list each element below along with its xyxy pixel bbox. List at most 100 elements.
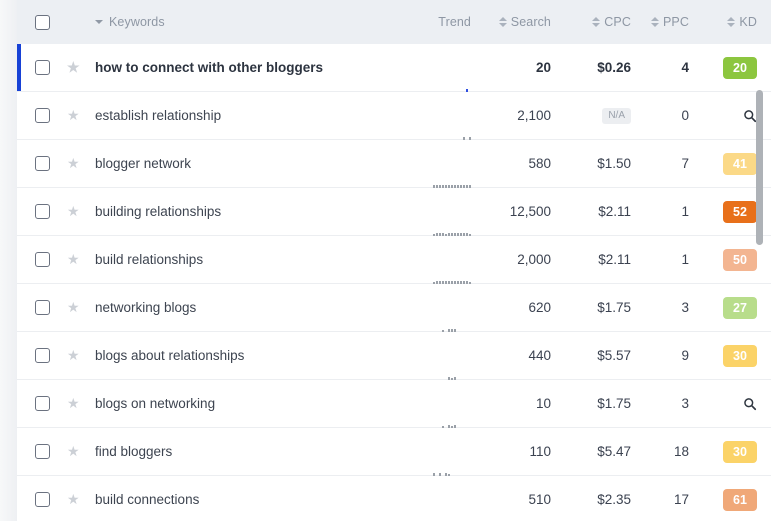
trend-cell (407, 428, 477, 493)
favorite-star-cell[interactable]: ★ (67, 396, 95, 410)
row-checkbox-cell[interactable] (17, 444, 67, 459)
keyword-cell[interactable]: establish relationship (95, 108, 407, 123)
keyword-text: networking blogs (95, 300, 197, 315)
favorite-star-cell[interactable]: ★ (67, 492, 95, 506)
star-icon[interactable]: ★ (67, 60, 80, 74)
cpc-cell: $1.75 (597, 396, 631, 411)
table-row[interactable]: ★ blogs on networking 10 $1.75 3 (17, 380, 771, 445)
kd-cell[interactable]: 27 (695, 296, 767, 319)
star-icon[interactable]: ★ (67, 300, 80, 314)
table-row[interactable]: ★ networking blogs 620 $1.75 3 27 (17, 284, 771, 349)
ppc-cell: 3 (681, 300, 689, 315)
cpc-na-badge: N/A (602, 107, 631, 124)
header-ppc[interactable]: PPC (637, 15, 695, 29)
row-checkbox[interactable] (34, 396, 50, 411)
keyword-cell[interactable]: blogs on networking (95, 396, 407, 411)
table-row[interactable]: ★ build relationships 2,000 $2.11 1 50 (17, 236, 771, 301)
favorite-star-cell[interactable]: ★ (67, 444, 95, 458)
keyword-cell[interactable]: blogger network (95, 156, 407, 171)
ppc-cell: 3 (681, 396, 689, 411)
favorite-star-cell[interactable]: ★ (67, 252, 95, 266)
kd-cell[interactable]: 30 (695, 440, 767, 463)
row-checkbox-cell[interactable] (17, 396, 67, 411)
keyword-text: build relationships (95, 252, 204, 267)
star-icon[interactable]: ★ (67, 204, 80, 218)
favorite-star-cell[interactable]: ★ (67, 204, 95, 218)
row-checkbox-cell[interactable] (17, 60, 67, 75)
vertical-scrollbar-track[interactable] (756, 44, 767, 521)
keywords-table: Keywords Trend Search CPC PPC KD ★ how to… (17, 0, 771, 521)
row-checkbox[interactable] (34, 252, 50, 267)
star-icon[interactable]: ★ (67, 444, 80, 458)
row-checkbox-cell[interactable] (17, 300, 67, 315)
favorite-star-cell[interactable]: ★ (67, 348, 95, 362)
sort-icon (498, 16, 507, 28)
keyword-cell[interactable]: networking blogs (95, 300, 407, 315)
star-icon[interactable]: ★ (67, 156, 80, 170)
row-checkbox[interactable] (34, 60, 50, 75)
star-icon[interactable]: ★ (67, 348, 80, 362)
row-checkbox-cell[interactable] (17, 204, 67, 219)
row-checkbox[interactable] (34, 204, 50, 219)
trend-cell (407, 380, 477, 445)
keyword-cell[interactable]: build connections (95, 492, 407, 507)
table-row[interactable]: ★ how to connect with other bloggers 20 $0.… (17, 44, 771, 109)
star-icon[interactable]: ★ (67, 396, 80, 410)
row-checkbox[interactable] (34, 156, 50, 171)
keyword-cell[interactable]: building relationships (95, 204, 407, 219)
row-checkbox[interactable] (34, 108, 50, 123)
header-kd[interactable]: KD (695, 15, 767, 29)
row-checkbox-cell[interactable] (17, 156, 67, 171)
trend-cell (407, 284, 477, 349)
table-row[interactable]: ★ build connections 510 $2.35 17 61 (17, 476, 771, 521)
keyword-cell[interactable]: build relationships (95, 252, 407, 267)
cpc-cell: $0.26 (597, 60, 631, 75)
star-icon[interactable]: ★ (67, 108, 80, 122)
select-all-checkbox-cell[interactable] (17, 14, 67, 30)
header-keywords-label: Keywords (109, 15, 165, 29)
select-all-checkbox[interactable] (34, 14, 50, 30)
favorite-star-cell[interactable]: ★ (67, 108, 95, 122)
ppc-cell: 1 (681, 252, 689, 267)
table-row[interactable]: ★ blogger network 580 $1.50 7 41 (17, 140, 771, 205)
keyword-cell[interactable]: how to connect with other bloggers (95, 60, 407, 75)
row-checkbox-cell[interactable] (17, 492, 67, 507)
row-checkbox[interactable] (34, 348, 50, 363)
search-icon[interactable] (743, 397, 757, 411)
vertical-scrollbar-thumb[interactable] (756, 90, 763, 245)
row-checkbox-cell[interactable] (17, 348, 67, 363)
row-checkbox[interactable] (34, 492, 50, 507)
star-icon[interactable]: ★ (67, 492, 80, 506)
kd-cell[interactable]: 20 (695, 56, 767, 79)
ppc-cell: 18 (673, 444, 689, 459)
table-row[interactable]: ★ building relationships 12,500 $2.11 1 52 (17, 188, 771, 253)
header-cpc[interactable]: CPC (561, 15, 637, 29)
ppc-cell: 0 (681, 108, 689, 123)
search-icon[interactable] (743, 109, 757, 123)
row-checkbox-cell[interactable] (17, 252, 67, 267)
favorite-star-cell[interactable]: ★ (67, 60, 95, 74)
star-icon[interactable]: ★ (67, 252, 80, 266)
page-left-gutter (0, 0, 17, 521)
header-search[interactable]: Search (477, 15, 561, 29)
kd-cell[interactable] (695, 397, 767, 411)
table-row[interactable]: ★ blogs about relationships 440 $5.57 9 30 (17, 332, 771, 397)
header-trend-label: Trend (438, 15, 471, 29)
search-volume-cell: 620 (528, 300, 551, 315)
keyword-cell[interactable]: blogs about relationships (95, 348, 407, 363)
favorite-star-cell[interactable]: ★ (67, 300, 95, 314)
kd-cell[interactable]: 61 (695, 488, 767, 511)
search-volume-cell: 580 (528, 156, 551, 171)
row-checkbox[interactable] (34, 444, 50, 459)
keyword-cell[interactable]: find bloggers (95, 444, 407, 459)
table-row[interactable]: ★ establish relationship 2,100 N/A 0 (17, 92, 771, 157)
kd-badge: 20 (723, 56, 757, 79)
kd-cell[interactable]: 30 (695, 344, 767, 367)
favorite-star-cell[interactable]: ★ (67, 156, 95, 170)
kd-cell[interactable]: 50 (695, 248, 767, 271)
header-keywords[interactable]: Keywords (95, 15, 407, 29)
row-checkbox[interactable] (34, 300, 50, 315)
row-checkbox-cell[interactable] (17, 108, 67, 123)
table-row[interactable]: ★ find bloggers 110 $5.47 18 30 (17, 428, 771, 493)
search-volume-cell: 2,100 (517, 108, 551, 123)
